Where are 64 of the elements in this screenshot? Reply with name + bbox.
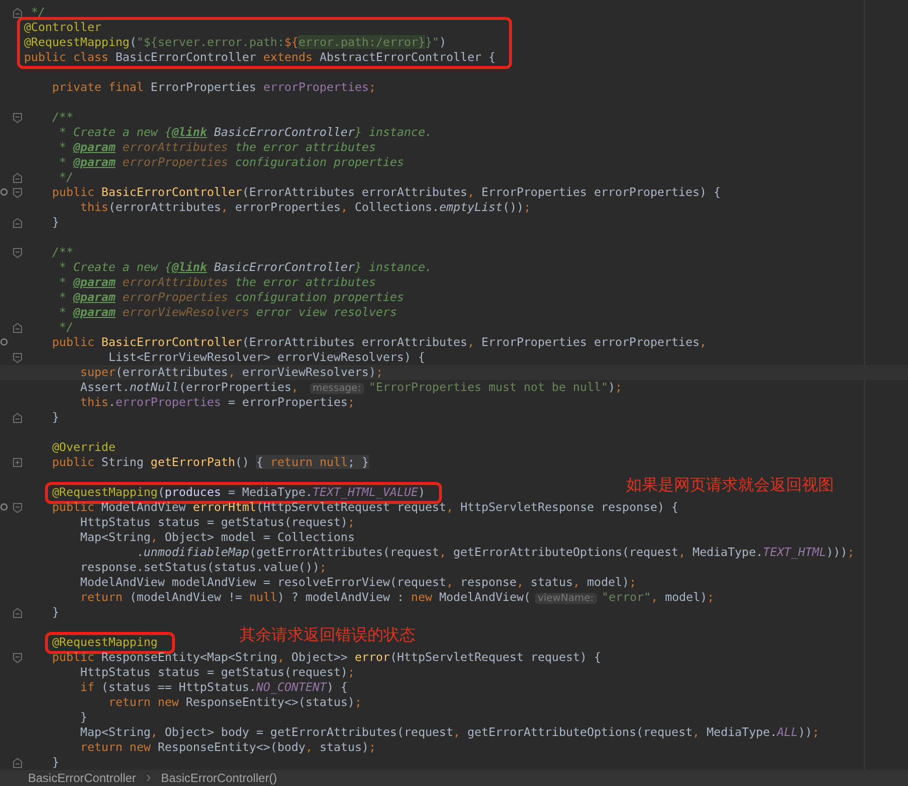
fold-marker-icon[interactable] [13, 758, 22, 768]
fold-marker-icon[interactable] [13, 8, 22, 18]
fold-marker-icon[interactable] [13, 188, 22, 198]
code-line: this(errorAttributes, errorProperties, Collections.emptyList()); [79, 200, 531, 215]
code-line: * @param errorAttributes the error attributes [58, 275, 376, 290]
code-line: */ [30, 5, 46, 20]
code-line: Map<String, Object> model = Collections [79, 530, 355, 545]
code-line: * Create a new {@link BasicErrorController} instance. [58, 125, 432, 140]
code-line: /** [51, 110, 74, 125]
code-line: * @param errorAttributes the error attributes [58, 140, 376, 155]
fold-expand-icon[interactable] [13, 458, 22, 467]
code-line: if (status == HttpStatus.NO_CONTENT) { [79, 680, 348, 695]
breadcrumb-item[interactable]: BasicErrorController [28, 771, 136, 785]
code-line: private final ErrorProperties errorProperties; [51, 80, 376, 95]
chevron-icon [146, 774, 152, 782]
code-line: return new ResponseEntity<>(status); [107, 695, 362, 710]
code-line: * Create a new {@link BasicErrorController} instance. [58, 260, 432, 275]
code-line: } [51, 410, 60, 425]
fold-marker-icon[interactable] [13, 413, 22, 423]
fold-marker-icon[interactable] [13, 113, 22, 123]
code-line: } [51, 755, 60, 770]
code-line: public ResponseEntity<Map<String, Object>> error(HttpServletRequest request) { [51, 650, 602, 665]
code-line: ModelAndView modelAndView = resolveErrorView(request, response, status, model); [79, 575, 636, 590]
code-line: public class BasicErrorController extends AbstractErrorController { [24, 50, 496, 65]
code-line: Map<String, Object> body = getErrorAttributes(request, getErrorAttributeOptions(request, MediaType.ALL)); [79, 725, 820, 740]
code-line: return (modelAndView != null) ? modelAndView : new ModelAndView( viewName: "error", model); [79, 590, 714, 605]
fold-marker-icon[interactable] [13, 323, 22, 333]
code-line: this.errorProperties = errorProperties; [79, 395, 355, 410]
code-line: public ModelAndView errorHtml(HttpServletRequest request, HttpServletResponse response) { [51, 500, 678, 515]
code-line: public String getErrorPath() { return null; } [51, 455, 369, 470]
code-line: return new ResponseEntity<>(body, status); [79, 740, 376, 755]
fold-marker-icon[interactable] [13, 503, 22, 513]
code-line: Assert.notNull(errorProperties, message: "ErrorProperties must not be null"); [79, 380, 622, 395]
code-line: public BasicErrorController(ErrorAttributes errorAttributes, ErrorProperties errorProperties) { [51, 185, 721, 200]
code-line: } [51, 215, 60, 230]
code-line: /** [51, 245, 74, 260]
code-line: .unmodifiableMap(getErrorAttributes(request, getErrorAttributeOptions(request, MediaType.TEXT_HTML))); [136, 545, 854, 560]
code-line: response.setStatus(status.value()); [79, 560, 327, 575]
code-line: public BasicErrorController(ErrorAttributes errorAttributes, ErrorProperties errorProperties, [51, 335, 707, 350]
code-line: } [51, 605, 60, 620]
fold-marker-icon[interactable] [13, 218, 22, 228]
code-line: List<ErrorViewResolver> errorViewResolvers) { [107, 350, 426, 365]
breadcrumb-item[interactable]: BasicErrorController() [161, 771, 278, 785]
fold-marker-icon[interactable] [13, 608, 22, 618]
annotation-note: 其余请求返回错误的状态 [239, 624, 416, 646]
code-line: super(errorAttributes, errorViewResolvers); [79, 365, 383, 380]
fold-marker-icon[interactable] [13, 173, 22, 183]
code-line: * @param errorViewResolvers error view resolvers [58, 305, 397, 320]
code-line: @RequestMapping("${server.error.path:${error.path:/error}}") [24, 35, 446, 50]
code-line: @Controller [24, 20, 102, 35]
code-line: } [79, 710, 88, 725]
code-line: @RequestMapping(produces = MediaType.TEXT_HTML_VALUE) [51, 485, 426, 500]
fold-marker-icon[interactable] [13, 353, 22, 363]
code-line: */ [58, 320, 74, 335]
code-line: HttpStatus status = getStatus(request); [79, 515, 355, 530]
code-line: * @param errorProperties configuration properties [58, 290, 404, 305]
fold-marker-icon[interactable] [13, 653, 22, 663]
code-line: @RequestMapping [51, 635, 158, 650]
code-line: * @param errorProperties configuration properties [58, 155, 404, 170]
code-line: */ [58, 170, 74, 185]
fold-marker-icon[interactable] [13, 248, 22, 258]
code-line: @Override [51, 440, 116, 455]
code-line: HttpStatus status = getStatus(request); [79, 665, 355, 680]
annotation-note: 如果是网页请求就会返回视图 [626, 474, 834, 496]
